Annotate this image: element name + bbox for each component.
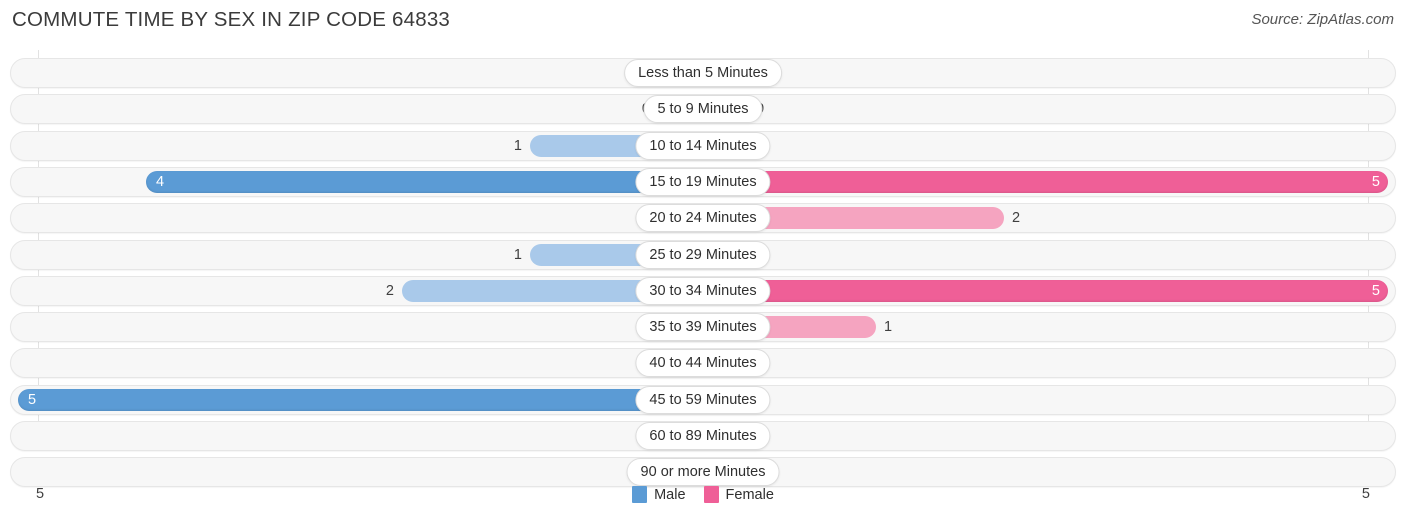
category-label-pill: 25 to 29 Minutes — [635, 240, 771, 269]
category-label-pill: 60 to 89 Minutes — [635, 422, 771, 450]
category-label-pill: 30 to 34 Minutes — [635, 276, 771, 305]
page-title: COMMUTE TIME BY SEX IN ZIP CODE 64833 — [12, 8, 451, 31]
category-label-pill: 45 to 59 Minutes — [635, 385, 771, 414]
legend-swatch-female-icon — [703, 486, 719, 503]
bar-row: 0090 or more Minutes — [10, 457, 1396, 488]
bar-row: 5045 to 59 Minutes — [10, 384, 1396, 415]
bar-row: 0220 to 24 Minutes — [10, 203, 1396, 234]
bar-row: 005 to 9 Minutes — [10, 94, 1396, 125]
value-label-male: 1 — [513, 137, 522, 154]
value-label-male: 4 — [156, 173, 165, 190]
bar-row: 0040 to 44 Minutes — [10, 348, 1396, 379]
source-attribution: Source: ZipAtlas.com — [1251, 11, 1394, 28]
bar-row: 00Less than 5 Minutes — [10, 58, 1396, 88]
bar-row: 4 5 15 to 19 Minutes — [10, 166, 1396, 197]
legend-item-female[interactable]: Female — [703, 486, 774, 503]
chart-footer: 5 5 Male Female — [0, 484, 1406, 522]
chart-page: COMMUTE TIME BY SEX IN ZIP CODE 64833 So… — [0, 0, 1406, 522]
bar-male[interactable] — [18, 388, 703, 411]
category-label-pill: 20 to 24 Minutes — [635, 204, 771, 233]
value-label-female: 5 — [1371, 173, 1380, 190]
bar-row: 1025 to 29 Minutes — [10, 239, 1396, 270]
bar-female[interactable] — [703, 279, 1388, 302]
value-label-male: 1 — [513, 246, 522, 263]
bar-female[interactable] — [703, 170, 1388, 193]
category-label-pill: 5 to 9 Minutes — [643, 95, 763, 124]
value-label-male: 5 — [28, 391, 37, 408]
bar-row: 1010 to 14 Minutes — [10, 130, 1396, 161]
bar-row: 0135 to 39 Minutes — [10, 312, 1396, 343]
chart-plot-area: 00Less than 5 Minutes 005 to 9 Minutes 101… — [0, 50, 1406, 488]
legend-swatch-male-icon — [632, 486, 648, 503]
category-label-pill: 10 to 14 Minutes — [635, 131, 771, 160]
legend-label-male: Male — [654, 486, 686, 503]
value-label-female: 1 — [884, 319, 893, 336]
category-label-pill: 90 or more Minutes — [626, 458, 780, 487]
bar-row: 2 5 30 to 34 Minutes — [10, 275, 1396, 306]
value-label-female: 2 — [1012, 210, 1021, 227]
legend-item-male[interactable]: Male — [632, 486, 686, 503]
value-label-female: 5 — [1371, 282, 1380, 299]
value-label-male: 2 — [385, 282, 394, 299]
category-label-pill: 40 to 44 Minutes — [635, 349, 771, 378]
bar-row: 0060 to 89 Minutes — [10, 421, 1396, 451]
category-label-pill: 35 to 39 Minutes — [635, 313, 771, 342]
bar-male[interactable] — [146, 170, 703, 193]
chart-legend: Male Female — [0, 486, 1406, 503]
category-label-pill: Less than 5 Minutes — [624, 59, 782, 87]
legend-label-female: Female — [725, 486, 774, 503]
category-label-pill: 15 to 19 Minutes — [635, 167, 771, 196]
